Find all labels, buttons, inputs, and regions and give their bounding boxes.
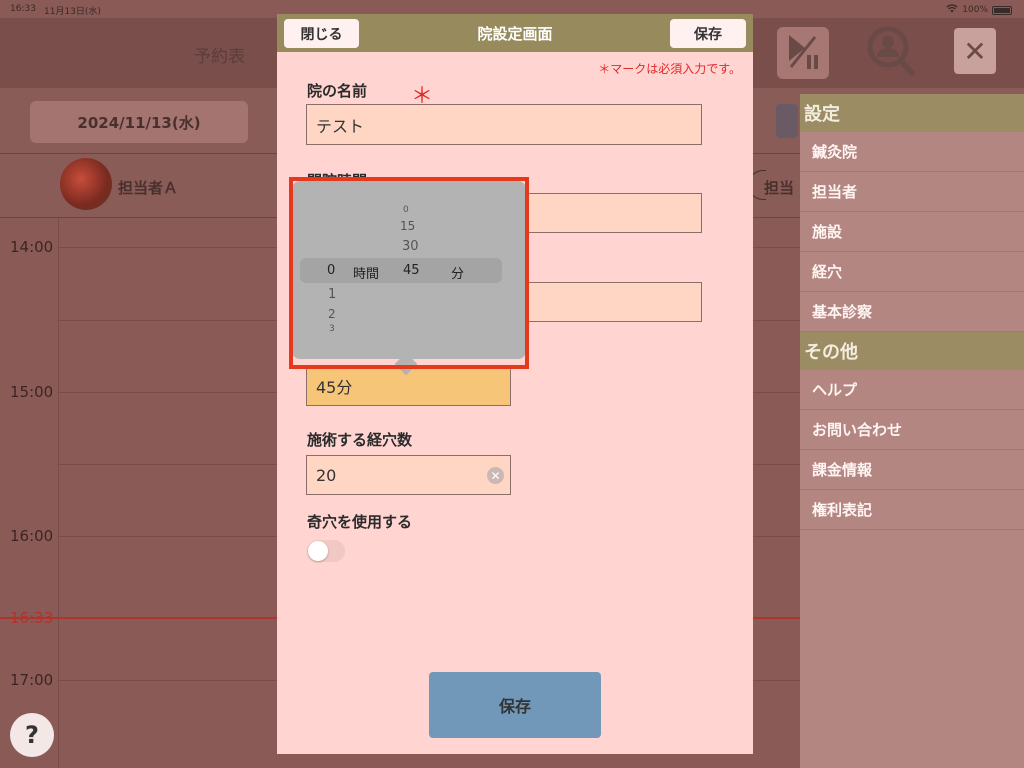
sidebar-section-title: 設定	[800, 94, 1024, 132]
toggle-knob	[308, 541, 328, 561]
acupoint-count-value: 20	[316, 465, 337, 485]
sidebar-item-help[interactable]: ヘルプ	[800, 370, 1024, 410]
save-bottom-button[interactable]: 保存	[429, 672, 601, 738]
sidebar-section-title: その他	[800, 332, 1024, 370]
sidebar-item-contact[interactable]: お問い合わせ	[800, 410, 1024, 450]
page-title: 予約表	[194, 47, 245, 67]
clinic-settings-modal: 院設定画面 閉じる 保存 ＊マークは必須入力です。 院の名前 ＊ テスト 開院時…	[277, 14, 753, 754]
acupoint-count-field[interactable]: 20 ✕	[306, 455, 511, 495]
sidebar-item-clinic[interactable]: 鍼灸院	[800, 132, 1024, 172]
time-label: 15:00	[10, 383, 54, 401]
play-pause-icon	[783, 31, 823, 75]
search-user-button[interactable]	[860, 25, 920, 81]
clear-icon[interactable]: ✕	[487, 467, 504, 484]
highlight-frame	[289, 177, 529, 369]
save-button[interactable]: 保存	[670, 19, 746, 48]
status-right: 100%	[946, 4, 1012, 16]
battery-percent: 100%	[962, 5, 988, 15]
time-label: 17:00	[10, 671, 54, 689]
clinic-name-label: 院の名前	[307, 82, 368, 100]
battery-icon	[992, 5, 1012, 15]
time-label: 14:00	[10, 238, 54, 256]
sidebar-item-legal[interactable]: 権利表記	[800, 490, 1024, 530]
user-search-icon	[862, 25, 918, 81]
staff-name: 担当	[764, 179, 795, 197]
odd-points-toggle[interactable]	[307, 540, 345, 562]
required-note: ＊マークは必須入力です。	[598, 62, 741, 76]
sidebar-item-facility[interactable]: 施設	[800, 212, 1024, 252]
avatar	[60, 158, 112, 210]
clinic-name-field[interactable]: テスト	[306, 104, 702, 145]
divider	[58, 218, 59, 768]
staff-name: 担当者Ａ	[118, 179, 179, 197]
wifi-icon	[946, 4, 958, 16]
date-button[interactable]: 2024/11/13(水)	[30, 101, 248, 143]
status-time: 16:33	[10, 4, 36, 14]
close-icon: ✕	[963, 34, 987, 68]
sidebar-item-basic-exam[interactable]: 基本診察	[800, 292, 1024, 332]
current-time-label: 16:33	[10, 609, 54, 627]
sidebar-item-billing[interactable]: 課金情報	[800, 450, 1024, 490]
sidebar-item-acupoints[interactable]: 経穴	[800, 252, 1024, 292]
close-button[interactable]: 閉じる	[284, 19, 359, 48]
app-close-button[interactable]: ✕	[954, 28, 996, 74]
odd-points-label: 奇穴を使用する	[307, 513, 413, 531]
sidebar-item-staff[interactable]: 担当者	[800, 172, 1024, 212]
question-icon: ?	[25, 721, 39, 749]
settings-sidebar: 設定 鍼灸院 担当者 施設 経穴 基本診察 その他 ヘルプ お問い合わせ 課金情…	[800, 94, 1024, 768]
acupoint-count-label: 施術する経穴数	[307, 431, 413, 449]
time-label: 16:00	[10, 527, 54, 545]
play-pause-button[interactable]	[777, 27, 829, 79]
status-date: 11月13日(水)	[44, 7, 101, 17]
help-button[interactable]: ?	[10, 713, 54, 757]
date-side-button[interactable]	[776, 104, 798, 138]
